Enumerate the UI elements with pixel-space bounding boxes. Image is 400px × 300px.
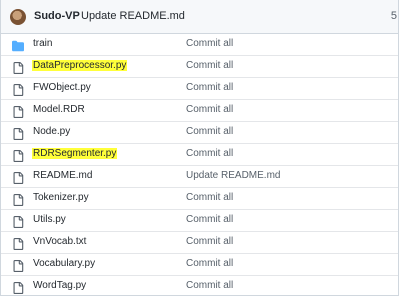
commit-message-link[interactable]: Update README.md — [186, 170, 280, 181]
file-icon — [12, 259, 24, 272]
file-icon — [12, 127, 24, 140]
file-name-link[interactable]: Model.RDR — [32, 104, 86, 115]
file-row[interactable]: RDRSegmenter.py Commit all — [1, 144, 398, 166]
file-icon — [12, 215, 24, 228]
file-row[interactable]: README.md Update README.md — [1, 166, 398, 188]
folder-icon — [12, 39, 24, 52]
avatar[interactable] — [10, 9, 26, 25]
commit-message-link[interactable]: Update README.md — [81, 10, 185, 22]
file-row[interactable]: Utils.py Commit all — [1, 210, 398, 232]
file-list-box: Sudo-VP Update README.md 5 train Commit a… — [0, 0, 399, 296]
file-name-link[interactable]: VnVocab.txt — [32, 236, 87, 247]
commit-message-link[interactable]: Commit all — [186, 258, 233, 269]
file-row[interactable]: Model.RDR Commit all — [1, 100, 398, 122]
commit-message-link[interactable]: Commit all — [186, 192, 233, 203]
header-truncated-text: 5 — [390, 10, 397, 22]
commit-message-link[interactable]: Commit all — [186, 236, 233, 247]
commit-message-link[interactable]: Commit all — [186, 280, 233, 291]
file-icon — [12, 171, 24, 184]
file-row[interactable]: DataPreprocessor.py Commit all — [1, 56, 398, 78]
file-row[interactable]: WordTag.py Commit all — [1, 276, 398, 295]
commit-message-link[interactable]: Commit all — [186, 148, 233, 159]
commit-message-link[interactable]: Commit all — [186, 38, 233, 49]
file-row[interactable]: train Commit all — [1, 34, 398, 56]
file-icon — [12, 237, 24, 250]
commit-author-link[interactable]: Sudo-VP — [34, 10, 80, 22]
file-name-link[interactable]: WordTag.py — [32, 280, 87, 291]
commit-message-link[interactable]: Commit all — [186, 126, 233, 137]
file-name-link[interactable]: Node.py — [32, 126, 71, 137]
file-name-link[interactable]: Tokenizer.py — [32, 192, 90, 203]
file-row[interactable]: Vocabulary.py Commit all — [1, 254, 398, 276]
file-name-link[interactable]: README.md — [32, 170, 93, 181]
file-name-link[interactable]: Vocabulary.py — [32, 258, 96, 269]
commit-message-link[interactable]: Commit all — [186, 104, 233, 115]
file-row[interactable]: Node.py Commit all — [1, 122, 398, 144]
file-row[interactable]: VnVocab.txt Commit all — [1, 232, 398, 254]
file-icon — [12, 149, 24, 162]
commit-message-link[interactable]: Commit all — [186, 82, 233, 93]
file-name-link[interactable]: DataPreprocessor.py — [32, 60, 128, 71]
file-icon — [12, 281, 24, 294]
commit-message-link[interactable]: Commit all — [186, 214, 233, 225]
file-name-link[interactable]: train — [32, 38, 53, 49]
file-row[interactable]: Tokenizer.py Commit all — [1, 188, 398, 210]
latest-commit-header: Sudo-VP Update README.md 5 — [1, 0, 398, 34]
file-name-link[interactable]: Utils.py — [32, 214, 67, 225]
file-icon — [12, 105, 24, 118]
file-rows: train Commit all DataPreprocessor.py Commit… — [1, 34, 398, 295]
file-name-link[interactable]: RDRSegmenter.py — [32, 148, 118, 159]
file-icon — [12, 193, 24, 206]
file-icon — [12, 61, 24, 74]
file-name-link[interactable]: FWObject.py — [32, 82, 92, 93]
file-row[interactable]: FWObject.py Commit all — [1, 78, 398, 100]
file-icon — [12, 83, 24, 96]
commit-message-link[interactable]: Commit all — [186, 60, 233, 71]
